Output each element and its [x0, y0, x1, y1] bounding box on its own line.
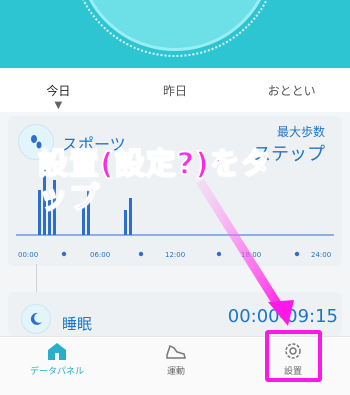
instruction-annotation: 設置(設定?)をタップ	[37, 147, 272, 217]
settings-highlight-box	[265, 330, 322, 382]
